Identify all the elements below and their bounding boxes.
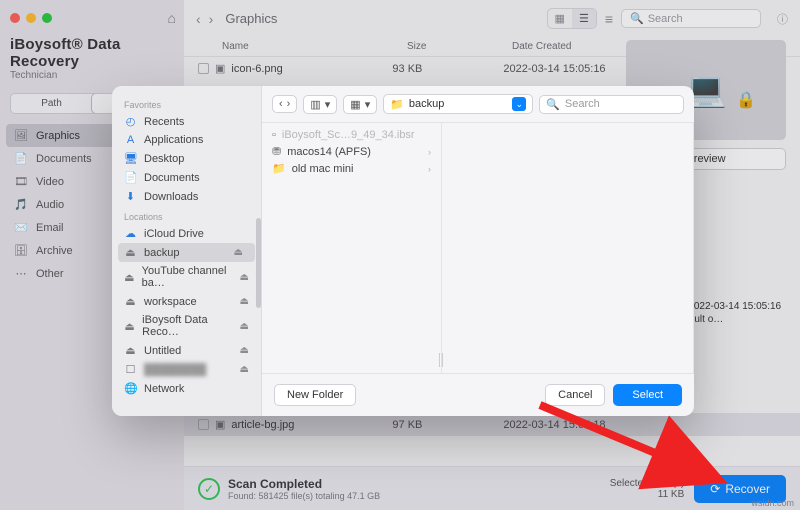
sidebar-drive[interactable]: ⏏workspace⏏ [112,292,261,311]
eject-icon[interactable]: ⏏ [240,364,249,375]
list-item[interactable]: 📁old mac mini› [262,160,441,177]
search-icon: 🔍 [546,98,560,111]
eject-icon[interactable]: ⏏ [240,321,249,332]
chevron-down-icon: ▾ [365,98,371,111]
chevron-right-icon[interactable]: › [287,98,291,110]
eject-icon[interactable]: ⏏ [240,272,249,283]
chevron-right-icon: › [428,147,431,157]
clock-icon: ◴ [124,115,137,128]
select-button[interactable]: Select [613,384,682,406]
eject-icon[interactable]: ⏏ [240,345,249,356]
nav-back-forward[interactable]: ‹› [272,95,297,113]
eject-icon[interactable]: ⏏ [234,247,243,258]
group-by-button[interactable]: ▦▾ [343,95,377,114]
drive-icon: ☐ [124,363,137,376]
sidebar-downloads[interactable]: ⬇Downloads [112,187,261,206]
drive-icon: ⏏ [124,344,137,357]
sidebar-drive[interactable]: ⏏iBoysoft Data Reco…⏏ [112,311,261,341]
favorites-label: Favorites [112,94,261,112]
sidebar-drive[interactable]: ⏏YouTube channel ba…⏏ [112,262,261,292]
sidebar-drive[interactable]: ⏏Untitled⏏ [112,341,261,360]
sidebar-drive-blurred[interactable]: ☐████████⏏ [112,360,261,379]
sidebar-network[interactable]: 🌐Network [112,379,261,398]
document-icon: ▫ [272,129,276,141]
sidebar-icloud[interactable]: ☁︎iCloud Drive [112,224,261,243]
dialog-sidebar: Favorites ◴Recents AApplications 🖥Deskto… [112,86,262,416]
documents-icon: 📄 [124,171,137,184]
sidebar-applications[interactable]: AApplications [112,131,261,149]
sidebar-documents[interactable]: 📄Documents [112,168,261,187]
chevron-right-icon: › [428,164,431,174]
drive-icon: ⏏ [124,271,135,284]
chevron-left-icon[interactable]: ‹ [279,98,283,110]
dialog-search[interactable]: 🔍 Search [539,95,684,114]
location-dropdown[interactable]: 📁 backup ⌄ [383,94,533,114]
dropdown-arrows-icon: ⌄ [512,97,526,111]
sidebar-backup-drive[interactable]: ⏏backup⏏ [118,243,255,262]
cloud-icon: ☁︎ [124,227,137,240]
grid-icon: ▦ [350,98,360,111]
desktop-icon: 🖥 [124,152,137,165]
new-folder-button[interactable]: New Folder [274,384,356,406]
folder-icon: 📁 [272,162,286,175]
cancel-button[interactable]: Cancel [545,384,605,406]
save-location-dialog: Favorites ◴Recents AApplications 🖥Deskto… [112,86,694,416]
drive-icon: ⏏ [124,295,137,308]
downloads-icon: ⬇ [124,190,137,203]
dialog-footer: New Folder Cancel Select [262,373,694,416]
sidebar-recents[interactable]: ◴Recents [112,112,261,131]
disk-icon: ⛃ [272,145,281,158]
watermark: wsidn.com [751,498,794,508]
column-1[interactable]: ▫iBoysoft_Sc…9_49_34.ibsr ⛃macos14 (APFS… [262,123,442,373]
column-browser: ▫iBoysoft_Sc…9_49_34.ibsr ⛃macos14 (APFS… [262,123,694,373]
network-icon: 🌐 [124,382,137,395]
sidebar-scrollbar[interactable] [256,218,261,308]
sidebar-desktop[interactable]: 🖥Desktop [112,149,261,168]
apps-icon: A [124,134,137,146]
dialog-toolbar: ‹› ▥▾ ▦▾ 📁 backup ⌄ 🔍 Search [262,86,694,123]
locations-label: Locations [112,206,261,224]
view-columns-button[interactable]: ▥▾ [303,95,337,114]
columns-icon: ▥ [310,98,320,111]
chevron-down-icon: ▾ [325,98,331,111]
folder-icon: 📁 [390,98,404,111]
list-item[interactable]: ⛃macos14 (APFS)› [262,143,441,160]
dialog-main: ‹› ▥▾ ▦▾ 📁 backup ⌄ 🔍 Search ▫iBoysoft_S… [262,86,694,416]
drive-icon: ⏏ [124,246,137,259]
drive-icon: ⏏ [124,320,135,333]
list-item[interactable]: ▫iBoysoft_Sc…9_49_34.ibsr [262,127,441,143]
eject-icon[interactable]: ⏏ [240,296,249,307]
column-2[interactable] [444,123,694,373]
